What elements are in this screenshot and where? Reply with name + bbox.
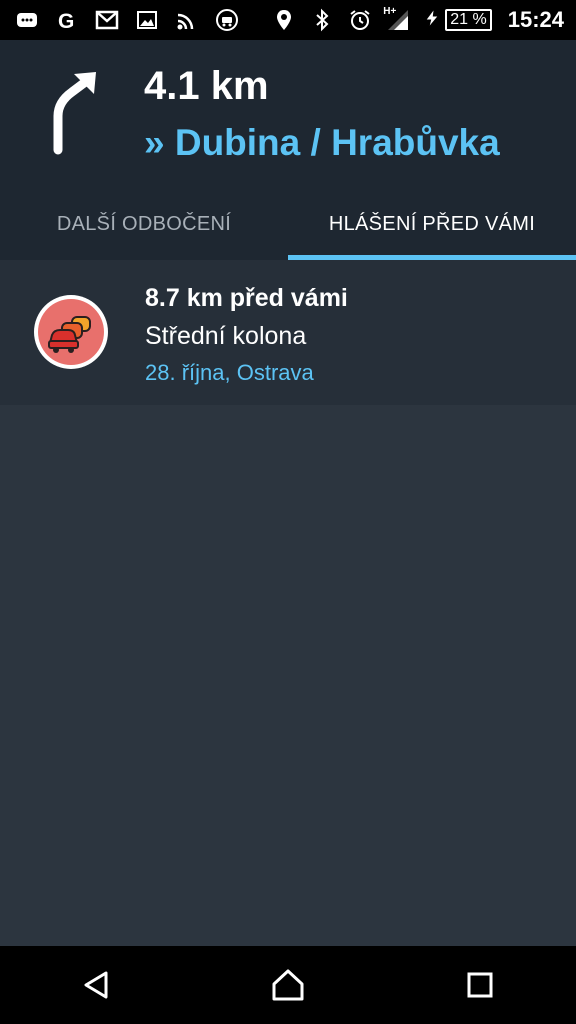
svg-text:G: G: [58, 10, 74, 32]
alarm-icon: [347, 8, 373, 32]
charging-icon: [423, 7, 441, 34]
tab-next-turn[interactable]: DALŠÍ ODBOČENÍ: [0, 188, 288, 260]
gmail-icon: [94, 8, 120, 32]
chat-icon: [14, 8, 40, 32]
back-icon[interactable]: [66, 955, 126, 1015]
notification-app-icon: [214, 8, 240, 32]
image-icon: [134, 8, 160, 32]
recents-icon[interactable]: [450, 955, 510, 1015]
clock: 15:24: [507, 7, 564, 32]
home-icon[interactable]: [258, 955, 318, 1015]
tab-bar: DALŠÍ ODBOČENÍ HLÁŠENÍ PŘED VÁMI: [0, 188, 576, 260]
status-bar: G H+ 21 % 15:24: [0, 0, 576, 40]
next-turn-street: » Dubina / Hrabůvka: [144, 122, 500, 163]
list-item[interactable]: 8.7 km před vámi Střední kolona 28. říjn…: [0, 260, 576, 405]
battery-level: 21 %: [445, 9, 492, 31]
network-type: H+: [383, 6, 397, 17]
bluetooth-icon: [309, 8, 335, 32]
navigation-header: 4.1 km » Dubina / Hrabůvka DALŠÍ ODBOČEN…: [0, 40, 576, 260]
google-icon: G: [54, 8, 80, 32]
location-icon: [271, 8, 297, 32]
tab-reports-ahead[interactable]: HLÁŠENÍ PŘED VÁMI: [288, 188, 576, 260]
alert-location: 28. října, Ostrava: [145, 360, 314, 385]
battery-indicator: 21 %: [423, 7, 492, 34]
turn-right-arrow-icon: [53, 64, 96, 155]
alert-type: Střední kolona: [145, 322, 307, 350]
cast-icon: [174, 8, 200, 32]
alert-distance: 8.7 km před vámi: [145, 284, 348, 312]
traffic-jam-icon: [34, 295, 108, 369]
system-nav-bar: [0, 946, 576, 1024]
signal-icon: H+: [383, 6, 411, 32]
next-turn-distance: 4.1 km: [144, 64, 269, 108]
